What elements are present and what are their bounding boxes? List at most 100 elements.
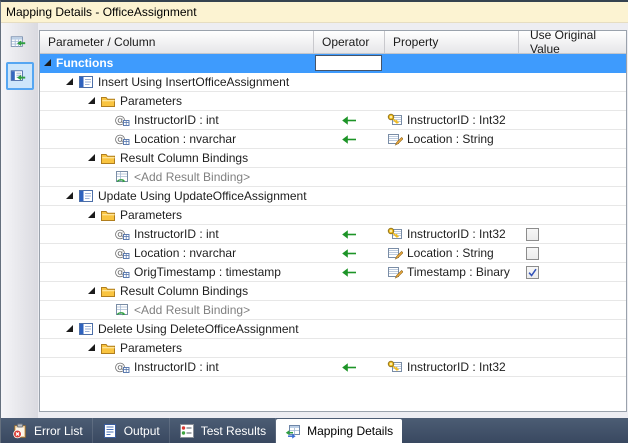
property-cell: InstructorID : Int32	[384, 225, 518, 243]
table-row[interactable]: Insert Using InsertOfficeAssignment	[40, 73, 626, 92]
table-row[interactable]: @InstructorID : int InstructorID : Int32	[40, 225, 626, 244]
tab-mapping-details[interactable]: Mapping Details	[276, 419, 402, 443]
left-arrow-icon	[341, 134, 357, 145]
tab-error-list[interactable]: Error List	[3, 418, 93, 443]
expander-icon[interactable]	[66, 78, 73, 85]
row-label: Result Column Bindings	[120, 151, 248, 165]
tab-label: Mapping Details	[307, 424, 393, 438]
column-header-operator: Operator	[313, 31, 384, 53]
table-row[interactable]: Result Column Bindings	[40, 282, 626, 301]
use-original-value-checkbox[interactable]	[526, 228, 539, 241]
mapping-details-icon	[285, 423, 301, 439]
row-label: Parameters	[120, 341, 182, 355]
table-row[interactable]: <Add Result Binding>	[40, 301, 626, 320]
use-original-value-checkbox[interactable]	[526, 266, 539, 279]
table-row[interactable]: @OrigTimestamp : timestampTimestamp : Bi…	[40, 263, 626, 282]
operator-cell	[313, 111, 384, 129]
mapping-details-window: Mapping Details - OfficeAssignment Param…	[0, 0, 628, 443]
parameter-column-cell: Result Column Bindings	[40, 149, 311, 167]
operator-cell	[313, 301, 384, 319]
parameter-column-cell: Parameters	[40, 92, 311, 110]
folder-icon	[100, 150, 116, 166]
parameter-column-cell: @InstructorID : int	[40, 225, 311, 243]
expander-icon[interactable]	[88, 287, 95, 294]
left-arrow-icon	[341, 248, 357, 259]
parameter-icon: @	[114, 112, 130, 128]
row-label: Location : nvarchar	[134, 246, 236, 260]
operator-cell	[313, 130, 384, 148]
expander-icon[interactable]	[88, 344, 95, 351]
table-row[interactable]: @ InstructorID : int InstructorID : Int32	[40, 358, 626, 377]
parameter-column-cell: @Location : nvarchar	[40, 130, 311, 148]
scalar-property-icon	[387, 264, 403, 280]
folder-icon	[100, 283, 116, 299]
parameter-icon: @	[114, 359, 130, 375]
key-property-icon	[387, 226, 403, 242]
property-label: InstructorID : Int32	[407, 113, 506, 127]
side-toolbar	[1, 23, 38, 418]
operator-edit-cell[interactable]	[315, 55, 382, 71]
table-row[interactable]: @Location : nvarchar Location : String	[40, 244, 626, 263]
folder-icon	[100, 340, 116, 356]
bottom-tab-bar: Error List OutputTest Results Mapping Deta…	[1, 418, 628, 443]
property-label: InstructorID : Int32	[407, 360, 506, 374]
expander-icon[interactable]	[66, 192, 73, 199]
table-row[interactable]: Parameters	[40, 92, 626, 111]
table-row[interactable]: Result Column Bindings	[40, 149, 626, 168]
operator-cell	[313, 92, 384, 110]
expander-icon[interactable]	[66, 325, 73, 332]
table-mapping-icon	[10, 34, 26, 50]
use-original-value-cell	[518, 225, 626, 243]
table-row[interactable]: Delete Using DeleteOfficeAssignment	[40, 320, 626, 339]
property-cell: Location : String	[384, 130, 518, 148]
map-entity-to-functions-button[interactable]	[6, 62, 34, 90]
row-label: Parameters	[120, 208, 182, 222]
tab-output[interactable]: Output	[93, 418, 170, 443]
map-entity-to-tables-button[interactable]	[6, 28, 34, 56]
table-row[interactable]: <Add Result Binding>	[40, 168, 626, 187]
parameter-column-cell: Parameters	[40, 206, 311, 224]
key-property-icon	[387, 112, 403, 128]
tab-label: Error List	[34, 424, 83, 438]
function-mapping-icon	[10, 68, 26, 84]
grid-header: Parameter / Column Operator Property Use…	[40, 31, 626, 54]
tab-test-results[interactable]: Test Results	[170, 418, 276, 443]
expander-icon[interactable]	[44, 59, 51, 66]
parameter-column-cell: Insert Using InsertOfficeAssignment	[40, 73, 311, 91]
table-row[interactable]: Update Using UpdateOfficeAssignment	[40, 187, 626, 206]
left-arrow-icon	[341, 362, 357, 373]
row-label: <Add Result Binding>	[134, 303, 250, 317]
operator-cell	[313, 73, 384, 91]
table-row[interactable]: @Location : nvarchar Location : String	[40, 130, 626, 149]
operator-cell	[313, 225, 384, 243]
parameter-column-cell: Delete Using DeleteOfficeAssignment	[40, 320, 311, 338]
left-arrow-icon	[341, 229, 357, 240]
scalar-property-icon	[387, 131, 403, 147]
table-row[interactable]: @ InstructorID : int InstructorID : Int32	[40, 111, 626, 130]
property-label: InstructorID : Int32	[407, 227, 506, 241]
expander-icon[interactable]	[88, 211, 95, 218]
add-binding-icon	[114, 169, 130, 185]
row-label: Insert Using InsertOfficeAssignment	[98, 75, 289, 89]
row-label: InstructorID : int	[134, 113, 219, 127]
use-original-value-cell	[518, 244, 626, 262]
test-results-icon	[179, 423, 195, 439]
expander-icon[interactable]	[88, 97, 95, 104]
row-label: InstructorID : int	[134, 360, 219, 374]
expander-icon[interactable]	[88, 154, 95, 161]
grid-body: Functions Insert Using InsertOfficeAssign…	[40, 54, 626, 377]
table-row[interactable]: Functions	[40, 54, 626, 73]
mapping-grid: Parameter / Column Operator Property Use…	[39, 30, 627, 412]
column-header-use-original-value: Use Original Value	[518, 31, 626, 53]
property-label: Location : String	[407, 246, 494, 260]
stored-procedure-icon	[78, 188, 94, 204]
parameter-icon: @	[114, 131, 130, 147]
table-row[interactable]: Parameters	[40, 206, 626, 225]
parameter-column-cell: @Location : nvarchar	[40, 244, 311, 262]
use-original-value-checkbox[interactable]	[526, 247, 539, 260]
table-row[interactable]: Parameters	[40, 339, 626, 358]
parameter-column-cell: Result Column Bindings	[40, 282, 311, 300]
row-label: Result Column Bindings	[120, 284, 248, 298]
operator-cell	[313, 282, 384, 300]
parameter-column-cell: Update Using UpdateOfficeAssignment	[40, 187, 311, 205]
